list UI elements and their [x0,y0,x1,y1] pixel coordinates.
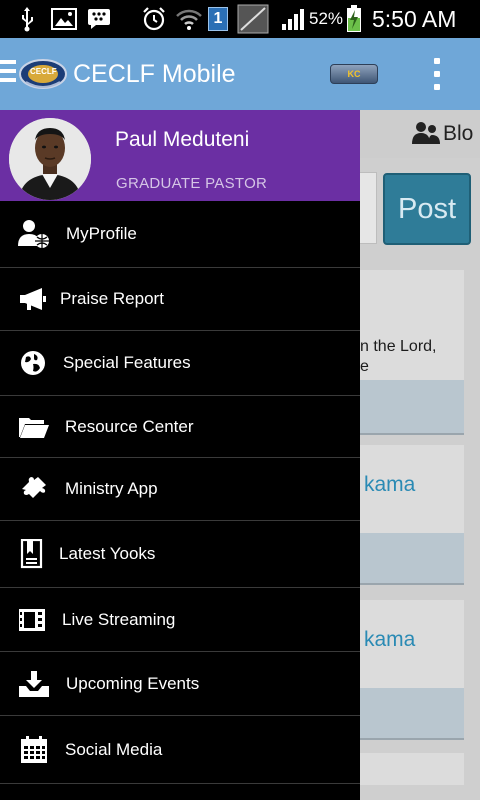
nav-item-social-media[interactable]: Social Media [0,716,360,784]
status-bar: 1 52% 5:50 AM [0,0,480,38]
app-title: CECLF Mobile [73,60,236,88]
notification-count: 1 [208,7,228,31]
feed-card-link[interactable]: kama [364,473,415,497]
nav-item-resource-center[interactable]: Resource Center [0,396,360,458]
tab-blog[interactable]: Blo [360,110,480,158]
feed-card-text-2: e [360,358,369,375]
blackberry-messenger-icon [86,0,112,38]
people-icon [412,120,440,150]
hamburger-menu-icon[interactable] [0,60,16,86]
megaphone-icon [16,282,50,316]
feed-card-3: kama [360,600,464,740]
calendar-grid-icon [17,733,51,767]
puzzle-icon [17,472,51,506]
action-bar: CECLF CECLF Mobile KC [0,38,480,110]
feed-card-footer [360,380,464,435]
nav-item-label: Resource Center [65,416,194,436]
feed-card-2: kama [360,445,464,585]
alarm-icon [140,0,168,38]
nav-item-label: Praise Report [60,289,164,308]
nav-item-latest-yooks[interactable]: Latest Yooks [0,521,360,588]
nav-item-praise-report[interactable]: Praise Report [0,268,360,331]
sim-notification-icon: 1 [206,0,230,38]
tab-blog-label: Blo [443,122,474,145]
profile-globe-icon [17,217,51,251]
wifi-icon [174,0,204,38]
no-sim-icon [236,0,270,38]
nav-item-label: Social Media [65,739,163,759]
nav-item-myprofile[interactable]: MyProfile [0,201,360,268]
avatar[interactable] [9,118,91,200]
battery-icon [344,0,364,38]
nav-item-upcoming-events[interactable]: Upcoming Events [0,652,360,716]
feed-card-text: n the Lord, [360,338,437,355]
user-name: Paul Meduteni [115,128,250,151]
nav-item-label: Upcoming Events [66,673,200,693]
download-tray-icon [17,667,51,701]
post-input[interactable] [360,172,377,244]
battery-percent: 52% [309,9,344,28]
folder-open-icon [17,410,51,444]
usb-icon [14,0,40,38]
film-icon [15,603,49,637]
book-icon [14,537,48,571]
nav-item-label: Live Streaming [62,609,176,629]
feed-card-4 [360,753,464,785]
feed-card: n the Lord, e [360,270,464,435]
nav-item-ministry-app[interactable]: Ministry App [0,458,360,521]
signal-icon [280,0,306,38]
feed-card-footer-2 [360,533,464,585]
nav-item-label: Special Features [63,353,191,372]
logo-text: CECLF [30,67,57,76]
nav-item-special-features[interactable]: Special Features [0,331,360,396]
user-role: GRADUATE PASTOR [116,175,268,192]
nav-item-live-streaming[interactable]: Live Streaming [0,588,360,652]
navigation-drawer: Paul Meduteni GRADUATE PASTOR MyProfile … [0,110,360,800]
globe-icon [16,346,50,380]
feed-card-footer-3 [360,688,464,740]
clock: 5:50 AM [372,6,457,32]
image-icon [50,0,78,38]
overflow-menu-icon[interactable] [430,58,444,90]
kingschat-icon[interactable]: KC [330,64,378,84]
post-button[interactable]: Post [383,173,471,245]
app-logo[interactable]: CECLF [18,52,68,94]
nav-item-label: Latest Yooks [59,544,156,563]
drawer-header[interactable]: Paul Meduteni GRADUATE PASTOR [0,110,360,201]
feed-card-link-2[interactable]: kama [364,628,415,652]
nav-item-label: MyProfile [66,224,137,243]
nav-item-label: Ministry App [65,479,158,498]
